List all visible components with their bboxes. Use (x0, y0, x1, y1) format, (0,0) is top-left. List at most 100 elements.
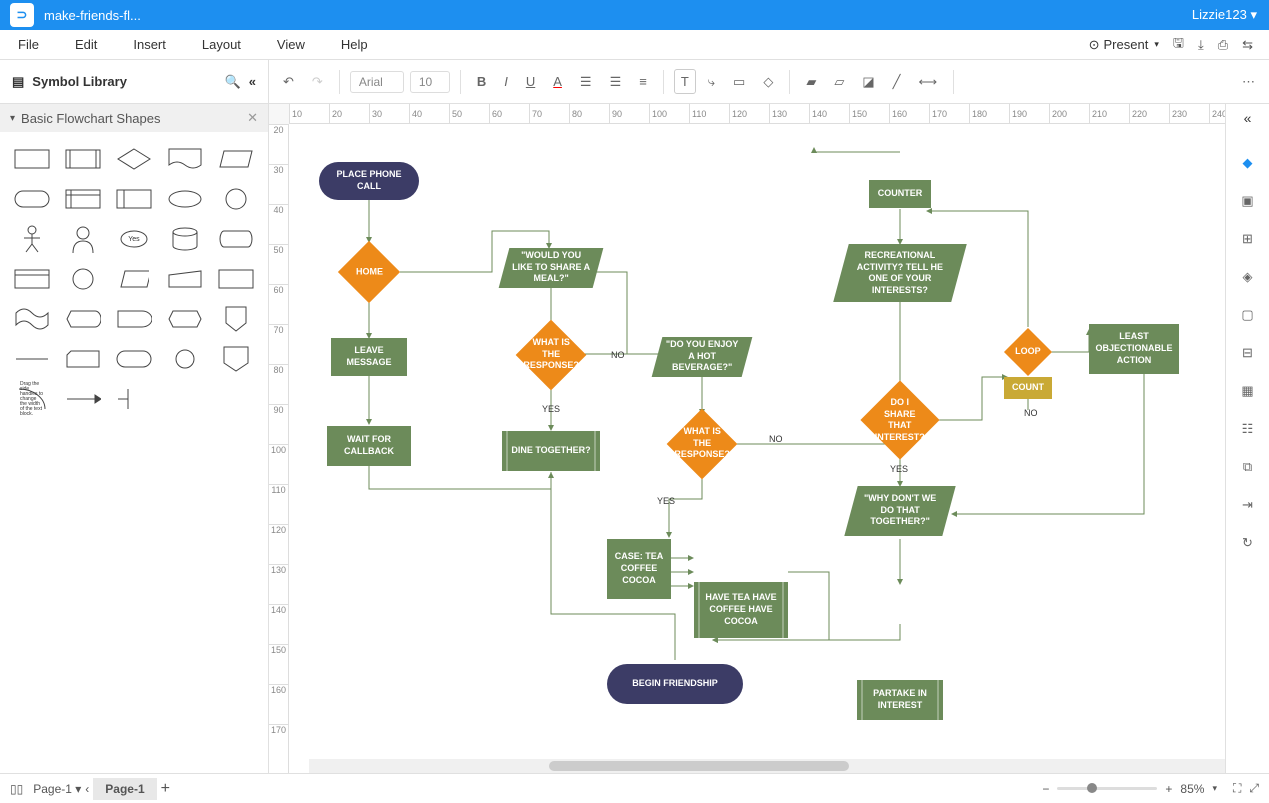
align-left-button[interactable]: ☰ (574, 70, 598, 94)
text-color-button[interactable]: A (547, 70, 568, 93)
shapes-section-header[interactable]: ▾ Basic Flowchart Shapes ✕ (0, 104, 268, 132)
underline-button[interactable]: U (520, 70, 541, 93)
node-dine[interactable]: DINE TOGETHER? (502, 431, 600, 471)
shape-tape[interactable] (10, 302, 55, 336)
node-share-meal[interactable]: "WOULD YOU LIKE TO SHARE A MEAL?" (499, 248, 604, 288)
redo-button[interactable]: ↷ (306, 70, 329, 94)
undo-button[interactable]: ↶ (277, 70, 300, 94)
node-least-objectionable[interactable]: LEAST OBJECTIONABLE ACTION (1089, 324, 1179, 374)
close-section-icon[interactable]: ✕ (247, 110, 258, 126)
line-style-button[interactable]: ⟷ (912, 70, 943, 94)
italic-button[interactable]: I (498, 70, 514, 93)
copy-panel-icon[interactable]: ⧉ (1239, 458, 1257, 476)
shape-loop-limit[interactable] (213, 262, 258, 296)
node-partake[interactable]: PARTAKE IN INTEREST (857, 680, 943, 720)
present-button[interactable]: ⊙ Present ▾ (1089, 37, 1159, 53)
bold-button[interactable]: B (471, 70, 492, 93)
shape-sequential[interactable] (112, 262, 157, 296)
node-why-dont[interactable]: "WHY DON'T WE DO THAT TOGETHER?" (844, 486, 955, 536)
shape-connector[interactable] (213, 182, 258, 216)
shape-internal-storage[interactable] (61, 182, 106, 216)
horizontal-scrollbar[interactable] (309, 759, 1225, 773)
history-panel-icon[interactable]: ↻ (1239, 534, 1257, 552)
shape-line[interactable] (10, 342, 55, 376)
align-center-button[interactable]: ☰ (604, 70, 628, 94)
zoom-in-icon[interactable]: + (1165, 782, 1172, 796)
collapse-sidebar-icon[interactable]: « (249, 74, 256, 89)
node-have[interactable]: HAVE TEA HAVE COFFEE HAVE COCOA (694, 582, 788, 638)
connector-button[interactable]: ⤷ (702, 70, 721, 94)
print-icon[interactable]: ⎙ (1218, 37, 1228, 53)
shape-yes-connector[interactable]: Yes (112, 222, 157, 256)
layers-panel-icon[interactable]: ◈ (1239, 268, 1257, 286)
prev-page-icon[interactable]: ‹ (85, 782, 89, 796)
zoom-out-icon[interactable]: − (1042, 782, 1049, 796)
node-hot-beverage[interactable]: "DO YOU ENJOY A HOT BEVERAGE?" (652, 337, 753, 377)
image-panel-icon[interactable]: ▦ (1239, 382, 1257, 400)
shape-document[interactable] (162, 142, 207, 176)
tree-panel-icon[interactable]: ☷ (1239, 420, 1257, 438)
shape-ellipse[interactable] (162, 182, 207, 216)
add-page-icon[interactable]: + (161, 780, 170, 798)
border-button[interactable]: ▱ (828, 70, 850, 94)
shape-database[interactable] (162, 222, 207, 256)
node-place-call[interactable]: PLACE PHONE CALL (319, 162, 419, 200)
shape-card2[interactable] (61, 342, 106, 376)
layout-mode-icon[interactable]: ▯▯ (10, 782, 23, 796)
shape-display[interactable] (61, 302, 106, 336)
more-button[interactable]: ⋯ (1236, 70, 1261, 94)
menu-insert[interactable]: Insert (115, 37, 184, 52)
user-menu[interactable]: Lizzie123 ▾ (1180, 7, 1269, 23)
menu-file[interactable]: File (0, 37, 57, 52)
node-begin-friendship[interactable]: BEGIN FRIENDSHIP (607, 664, 743, 704)
shape-process[interactable] (10, 142, 55, 176)
shape-predefined[interactable] (61, 142, 106, 176)
container-button[interactable]: ▭ (727, 70, 751, 94)
shape-preparation[interactable] (162, 302, 207, 336)
zoom-level[interactable]: 85% (1180, 782, 1204, 796)
node-share-interest[interactable]: DO I SHARE THAT INTEREST? (860, 380, 939, 459)
shape-circle[interactable] (162, 342, 207, 376)
node-leave-message[interactable]: LEAVE MESSAGE (331, 338, 407, 376)
menu-help[interactable]: Help (323, 37, 386, 52)
zoom-dropdown-icon[interactable]: ▾ (1212, 783, 1217, 794)
node-response1[interactable]: WHAT IS THE RESPONSE? (516, 320, 587, 391)
shape-or[interactable] (61, 262, 106, 296)
present-panel-icon[interactable]: ▢ (1239, 306, 1257, 324)
node-loop[interactable]: LOOP (1004, 328, 1052, 376)
data-panel-icon[interactable]: ⊟ (1239, 344, 1257, 362)
search-icon[interactable]: 🔍 (225, 74, 241, 90)
shape-actor[interactable] (10, 222, 55, 256)
node-case[interactable]: CASE: TEA COFFEE COCOA (607, 539, 671, 599)
fullscreen-icon[interactable]: ⤢ (1249, 781, 1259, 796)
shadow-button[interactable]: ◪ (856, 70, 880, 94)
shape-data[interactable] (213, 142, 258, 176)
menu-layout[interactable]: Layout (184, 37, 259, 52)
shape-decision[interactable] (112, 142, 157, 176)
share-icon[interactable]: ⇆ (1242, 37, 1253, 53)
collapse-right-icon[interactable]: « (1244, 110, 1252, 126)
line-spacing-button[interactable]: ≡ (633, 70, 653, 93)
shape-annotation[interactable]: Drag the side handles to change the widt… (112, 382, 157, 416)
save-icon[interactable]: 🖫 (1173, 34, 1184, 56)
fit-screen-icon[interactable]: ⛶ (1233, 781, 1241, 796)
shape-stored-data[interactable] (112, 182, 157, 216)
page-tab[interactable]: Page-1 (93, 778, 156, 800)
shape-delay[interactable] (112, 302, 157, 336)
node-response2[interactable]: WHAT IS THE RESPONSE? (667, 409, 738, 480)
export-panel-icon[interactable]: ▣ (1239, 192, 1257, 210)
fill-panel-icon[interactable]: ◆ (1239, 154, 1257, 172)
font-select[interactable]: Arial (350, 71, 404, 93)
line-button[interactable]: ╱ (887, 70, 907, 94)
node-home[interactable]: HOME (338, 241, 400, 303)
font-size-select[interactable]: 10 (410, 71, 450, 93)
node-counter[interactable]: COUNTER (869, 180, 931, 208)
download-icon[interactable]: ⤓ (1198, 37, 1204, 53)
shape-button[interactable]: ◇ (757, 70, 779, 94)
zoom-slider[interactable] (1057, 787, 1157, 790)
text-tool-button[interactable]: T (674, 69, 696, 94)
node-wait-callback[interactable]: WAIT FOR CALLBACK (327, 426, 411, 466)
shape-offpage[interactable] (213, 302, 258, 336)
shape-rounded[interactable] (112, 342, 157, 376)
grid-panel-icon[interactable]: ⊞ (1239, 230, 1257, 248)
